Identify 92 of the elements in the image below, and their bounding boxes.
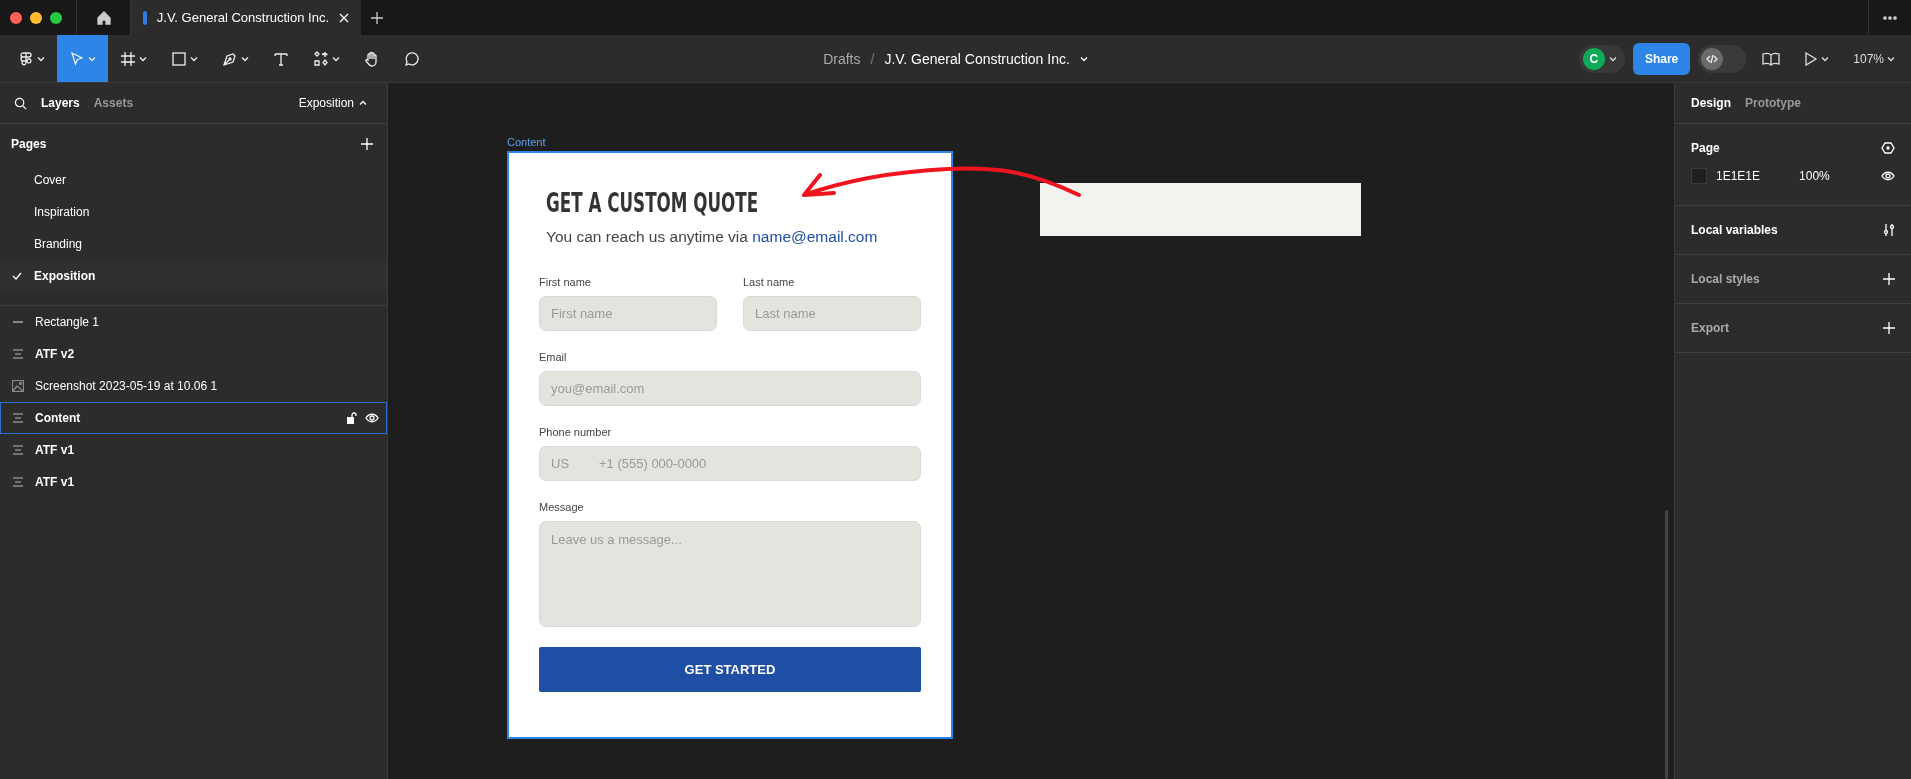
comment-icon [404,50,420,67]
eye-icon [365,413,379,423]
check-icon [12,272,22,280]
avatar: C [1582,47,1605,70]
frame-layer-icon [12,476,24,488]
chevron-up-icon [359,99,367,107]
field-label: Message [539,501,585,513]
file-icon [143,10,147,25]
zoom-menu[interactable]: 107% [1845,47,1903,70]
minimize-window-button[interactable] [30,11,42,24]
panel-tab[interactable]: Prototype [1745,96,1802,110]
layer-item[interactable]: Content [0,402,387,434]
panel-tab[interactable]: Assets [93,96,134,110]
chevron-down-icon [1079,54,1088,63]
add-page-button[interactable] [361,138,373,150]
frame-layer-icon [12,444,24,456]
chevron-down-icon [37,54,45,63]
layer-item[interactable]: ATF v2 [0,338,387,370]
pointer-icon [69,50,85,67]
field-label: Email [539,351,568,363]
panel-tab[interactable]: Design [1691,96,1731,110]
frame-label[interactable]: Content [507,136,546,148]
chevron-down-icon [1608,54,1617,63]
get-started-button[interactable]: GET STARTED [539,647,921,692]
page-item[interactable]: Exposition [0,260,387,292]
message-field[interactable]: Leave us a message... [539,521,921,627]
home-icon [95,9,112,26]
variables-icon [1883,223,1895,237]
section-heading: Export [1691,321,1729,335]
page-heading: Page [1691,141,1720,155]
section-heading: Local styles [1691,272,1760,286]
frame-icon [120,50,136,67]
hand-icon [364,50,380,67]
field-label: Phone number [539,426,613,438]
file-tab[interactable]: J.V. General Construction Inc. [131,0,361,35]
plus-icon [1883,322,1895,334]
color-swatch[interactable] [1691,168,1707,184]
play-icon [1804,50,1819,67]
pen-icon [222,50,238,67]
contact-text: You can reach us anytime via name@email.com [546,228,879,246]
book-icon [1762,50,1781,67]
panel-tab[interactable]: Layers [41,96,80,110]
layer-item[interactable]: Rectangle 1 [0,306,387,338]
chevron-down-icon [190,54,198,63]
color-value[interactable]: 1E1E1E [1716,169,1761,183]
input-field[interactable]: you@email.com [539,371,921,406]
layer-item[interactable]: ATF v1 [0,466,387,498]
section-heading: Local variables [1691,223,1778,237]
share-button[interactable]: Share [1632,42,1691,75]
field-label: First name [539,276,592,288]
chevron-down-icon [1821,54,1830,63]
more-icon [1883,15,1897,20]
chevron-down-icon [88,54,96,63]
text-icon [273,50,289,67]
file-name[interactable]: J.V. General Construction Inc. [884,50,1070,67]
chevron-down-icon [139,54,147,63]
field-label: Last name [743,276,796,288]
code-icon [1706,52,1719,65]
unlock-icon [347,412,357,424]
chevron-down-icon [1887,54,1895,63]
plus-icon [371,11,383,24]
page-item[interactable]: Cover [0,164,387,196]
chevron-down-icon [332,54,340,63]
page-menu[interactable]: Exposition [292,95,373,111]
layer-item[interactable]: Screenshot 2023-05-19 at 10.06 1 [0,370,387,402]
eye-icon [1881,171,1895,181]
dev-mode-toggle[interactable] [1698,44,1747,73]
input-field[interactable]: First name [539,296,717,331]
plus-icon [1883,273,1895,285]
pages-heading: Pages [11,137,47,151]
input-field[interactable]: Last name [743,296,921,331]
image-layer-icon [12,380,24,392]
chevron-down-icon [241,54,249,63]
maximize-window-button[interactable] [50,11,62,24]
search-icon [14,96,27,110]
rectangle-icon [171,50,187,67]
breadcrumb-separator: / [870,50,875,67]
page-item[interactable]: Inspiration [0,196,387,228]
close-icon [339,12,349,23]
email-link[interactable]: name@email.com [752,228,878,245]
shapes-icon [313,50,329,67]
logo-icon [18,50,34,67]
page-settings-icon [1881,142,1895,154]
frame-layer-icon [12,412,24,424]
layer-item[interactable]: ATF v1 [0,434,387,466]
plus-icon [361,138,373,150]
close-window-button[interactable] [10,11,22,24]
drafts-link[interactable]: Drafts [823,50,861,67]
page-item[interactable]: Branding [0,228,387,260]
opacity-value[interactable]: 100% [1799,169,1830,183]
form-heading: GET A CUSTOM QUOTE [546,187,759,218]
frame-layer-icon [12,348,24,360]
